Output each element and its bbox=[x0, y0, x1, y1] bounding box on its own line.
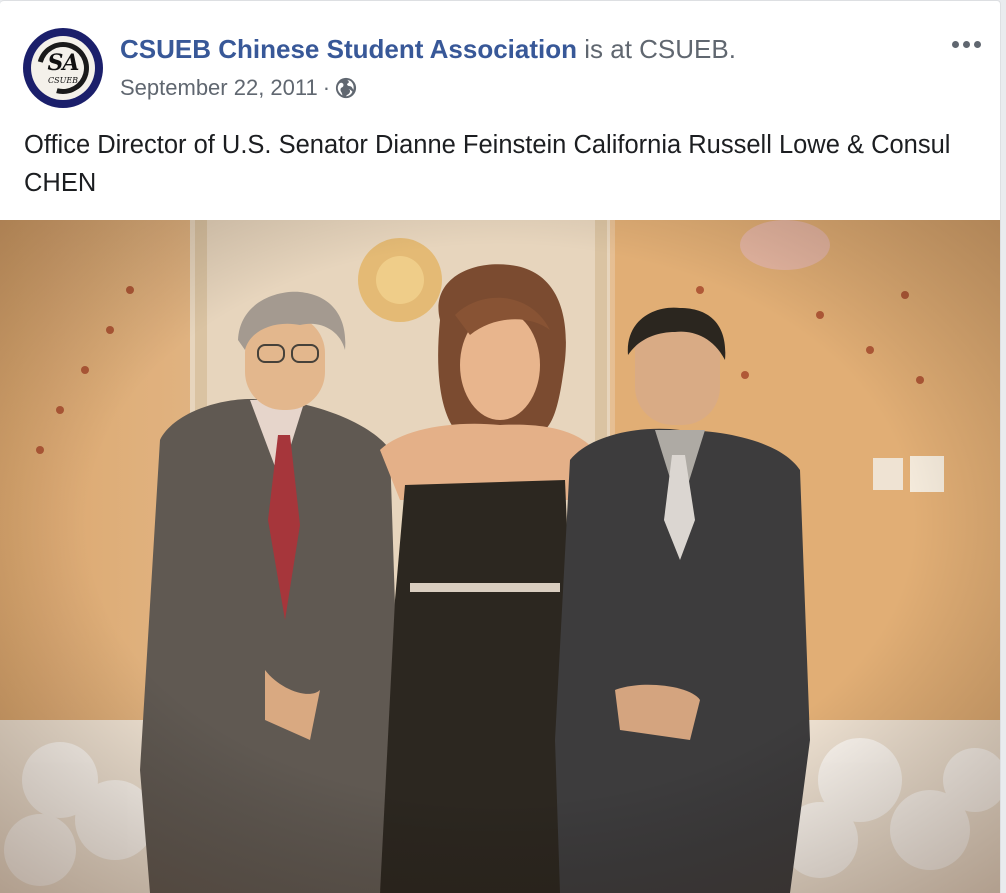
post-header: SA CSUEB CSUEB Chinese Student Associati… bbox=[0, 1, 1000, 121]
post-timestamp[interactable]: September 22, 2011 bbox=[120, 75, 318, 101]
author-link[interactable]: CSUEB Chinese Student Association bbox=[120, 34, 577, 64]
avatar-logo-text: SA bbox=[47, 50, 80, 76]
location-link[interactable]: CSUEB. bbox=[639, 34, 736, 64]
feed-post: SA CSUEB CSUEB Chinese Student Associati… bbox=[0, 0, 1001, 893]
globe-icon[interactable] bbox=[335, 77, 357, 99]
post-meta: September 22, 2011 · bbox=[120, 75, 357, 101]
page-avatar[interactable]: SA CSUEB bbox=[23, 28, 103, 108]
action-text: is at bbox=[584, 34, 632, 64]
meta-separator: · bbox=[322, 75, 331, 100]
post-title-line: CSUEB Chinese Student Association is at … bbox=[120, 34, 736, 65]
post-message: Office Director of U.S. Senator Dianne F… bbox=[24, 131, 951, 197]
more-dot bbox=[962, 40, 970, 48]
avatar-logo-subtext: CSUEB bbox=[47, 76, 79, 85]
photo-image bbox=[0, 220, 1000, 893]
more-options-icon[interactable] bbox=[945, 29, 987, 59]
more-dot bbox=[951, 40, 959, 48]
more-dot bbox=[973, 40, 981, 48]
post-photo[interactable] bbox=[0, 220, 1000, 893]
